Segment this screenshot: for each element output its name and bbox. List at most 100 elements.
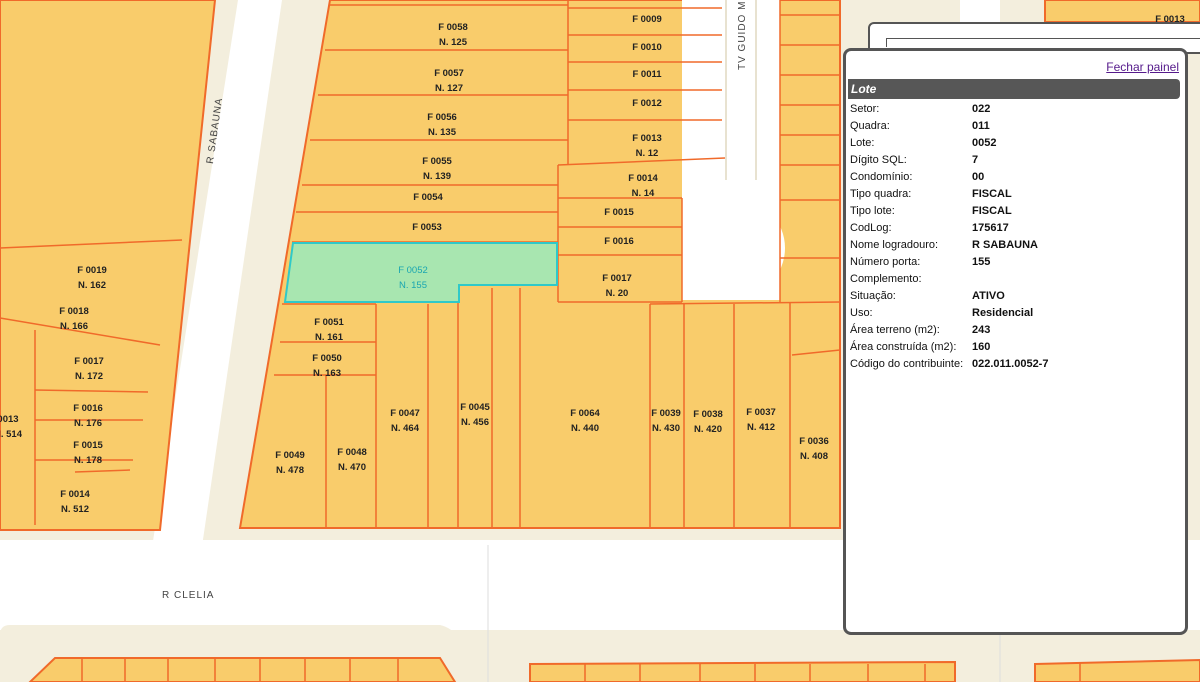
lot-id: F 0014 <box>628 173 658 184</box>
lot-number: N. 478 <box>275 465 304 476</box>
lot-label[interactable]: F 0014 N. 14 <box>628 171 658 201</box>
lot-label[interactable]: F 0051 N. 161 <box>314 315 344 345</box>
lot-label[interactable]: F 0048 N. 470 <box>337 445 367 475</box>
lot-id: F 0051 <box>314 317 344 328</box>
lot-id: F 0015 <box>604 207 634 218</box>
lot-label[interactable]: F 0052 N. 155 <box>398 263 428 293</box>
attribute-label: Área construída (m2): <box>850 341 957 353</box>
lot-id: F 0047 <box>390 408 420 419</box>
lot-label[interactable]: F 0050 N. 163 <box>312 351 342 381</box>
lot-number: N. 155 <box>398 280 427 291</box>
lot-id: F 0016 <box>604 236 634 247</box>
lot-id: F 0013 <box>632 133 662 144</box>
attribute-value: 0052 <box>972 137 997 149</box>
attribute-label: Código do contribuinte: <box>850 358 964 370</box>
lot-label[interactable]: F 0054 <box>413 190 443 205</box>
attribute-label: Número porta: <box>850 256 921 268</box>
attribute-value: 011 <box>972 120 990 132</box>
attribute-row: Uso: Residencial <box>850 305 1181 322</box>
attribute-value: 175617 <box>972 222 1009 234</box>
lot-id: F 0036 <box>799 436 829 447</box>
attribute-row: Lote: 0052 <box>850 135 1181 152</box>
attribute-row: Tipo lote: FISCAL <box>850 203 1181 220</box>
lot-id: F 0009 <box>632 14 662 25</box>
close-panel-link[interactable]: Fechar painel <box>1106 60 1179 74</box>
attribute-value: Residencial <box>972 307 1034 319</box>
lot-number: N. 172 <box>74 371 103 382</box>
attribute-value: R SABAUNA <box>972 239 1038 251</box>
lot-id: F 0037 <box>746 407 776 418</box>
lot-label[interactable]: F 0015 N. 178 <box>73 438 103 468</box>
lot-number: N. 430 <box>651 423 680 434</box>
attribute-label: Setor: <box>850 103 880 115</box>
lot-number: N. 456 <box>460 417 489 428</box>
attribute-label: Condomínio: <box>850 171 913 183</box>
street-label-clelia: R CLELIA <box>162 590 215 601</box>
attribute-value: 022.011.0052-7 <box>972 358 1049 370</box>
lot-label[interactable]: F 0018 N. 166 <box>59 304 89 334</box>
lot-label[interactable]: F 0037 N. 412 <box>746 405 776 435</box>
lot-number: N. 440 <box>570 423 599 434</box>
lot-label[interactable]: F 0009 <box>632 12 662 27</box>
lot-number: N. 412 <box>746 422 775 433</box>
attribute-value: FISCAL <box>972 205 1012 217</box>
attribute-label: Quadra: <box>850 120 890 132</box>
lot-label[interactable]: F 0010 <box>632 40 662 55</box>
lot-info-panel: Fechar painel Lote Setor: 022 Quadra: 011 Lo… <box>843 48 1188 635</box>
attribute-value: 022 <box>972 103 991 115</box>
lot-label[interactable]: F 0058 N. 125 <box>438 20 468 50</box>
lot-label[interactable]: 0013 N. 514 <box>0 412 22 442</box>
lot-id: F 0050 <box>312 353 342 364</box>
lot-number: N. 176 <box>73 418 102 429</box>
lot-id: F 0038 <box>693 409 723 420</box>
lot-id: F 0056 <box>427 112 457 123</box>
attribute-value: FISCAL <box>972 188 1012 200</box>
lot-label[interactable]: F 0016 <box>604 234 634 249</box>
lot-label[interactable]: F 0016 N. 176 <box>73 401 103 431</box>
attribute-row: Complemento: <box>850 271 1181 288</box>
street-label-guido: TV GUIDO M <box>737 0 748 70</box>
lot-number: N. 408 <box>799 451 828 462</box>
lot-id: F 0052 <box>398 265 428 276</box>
attribute-label: Dígito SQL: <box>850 154 907 166</box>
attribute-row: Dígito SQL: 7 <box>850 152 1181 169</box>
attribute-label: Tipo quadra: <box>850 188 912 200</box>
attribute-row: Setor: 022 <box>850 101 1181 118</box>
attribute-row: Condomínio: 00 <box>850 169 1181 186</box>
lot-id: F 0012 <box>632 98 662 109</box>
lot-label[interactable]: F 0012 <box>632 96 662 111</box>
panel-header: Lote <box>848 79 1180 99</box>
attribute-label: CodLog: <box>850 222 892 234</box>
lot-attributes: Setor: 022 Quadra: 011 Lote: 0052 Dígito SQL: 7… <box>850 101 1181 373</box>
attribute-value: 7 <box>972 154 979 166</box>
lot-label[interactable]: F 0011 <box>632 67 661 82</box>
attribute-row: Quadra: 011 <box>850 118 1181 135</box>
lot-label[interactable]: F 0047 N. 464 <box>390 406 420 436</box>
lot-label[interactable]: F 0038 N. 420 <box>693 407 723 437</box>
lot-label[interactable]: F 0049 N. 478 <box>275 448 305 478</box>
lot-label[interactable]: F 0019 N. 162 <box>77 263 107 293</box>
lot-number: N. 135 <box>427 127 456 138</box>
attribute-label: Tipo lote: <box>850 205 895 217</box>
lot-label[interactable]: F 0014 N. 512 <box>60 487 90 517</box>
lot-label[interactable]: F 0039 N. 430 <box>651 406 681 436</box>
attribute-value: ATIVO <box>972 290 1005 302</box>
lot-label[interactable]: F 0017 N. 20 <box>602 271 632 301</box>
lot-label[interactable]: F 0013 N. 12 <box>632 131 662 161</box>
attribute-value: 243 <box>972 324 991 336</box>
lot-label[interactable]: F 0036 N. 408 <box>799 434 829 464</box>
lot-label[interactable]: F 0045 N. 456 <box>460 400 490 430</box>
lot-id: F 0064 <box>570 408 600 419</box>
lot-number: N. 166 <box>59 321 88 332</box>
attribute-row: Nome logradouro: R SABAUNA <box>850 237 1181 254</box>
lot-label[interactable]: F 0053 <box>412 220 442 235</box>
lot-label[interactable]: F 0055 N. 139 <box>422 154 452 184</box>
lot-label[interactable]: F 0064 N. 440 <box>570 406 600 436</box>
lot-label[interactable]: F 0017 N. 172 <box>74 354 104 384</box>
lot-label[interactable]: F 0057 N. 127 <box>434 66 464 96</box>
lot-label[interactable]: F 0015 <box>604 205 634 220</box>
lot-label[interactable]: F 0056 N. 135 <box>427 110 457 140</box>
lot-number: N. 470 <box>337 462 366 473</box>
attribute-row: Número porta: 155 <box>850 254 1181 271</box>
lot-number: N. 12 <box>635 148 659 159</box>
